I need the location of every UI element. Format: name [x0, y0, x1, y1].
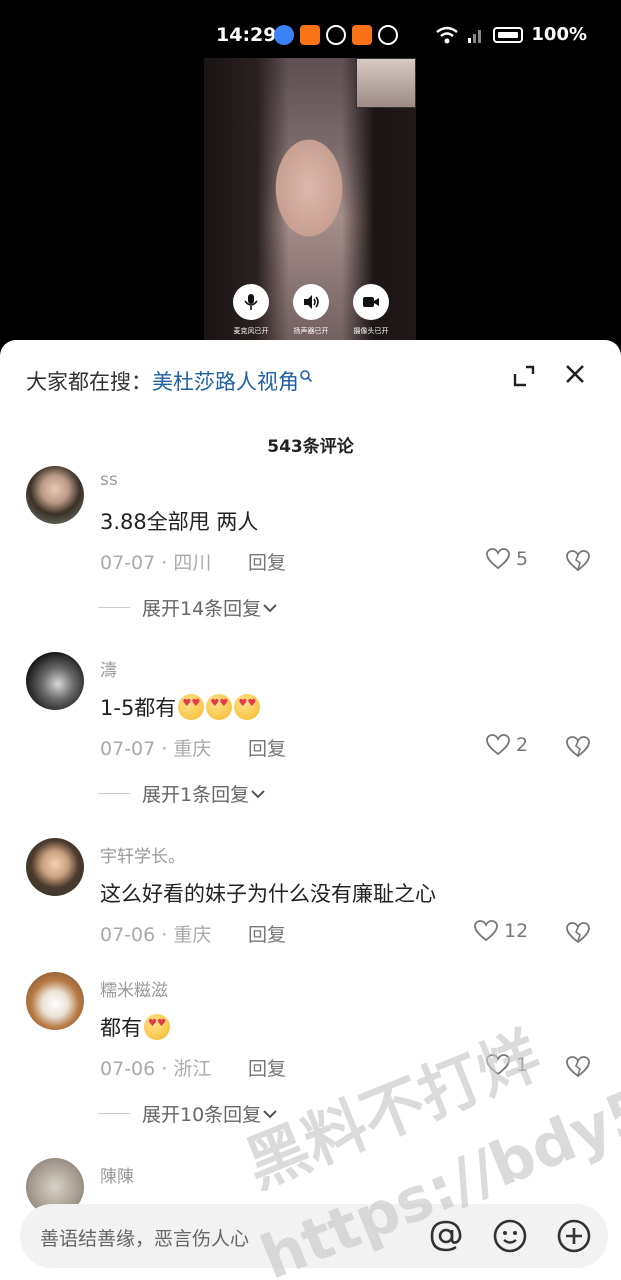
emoji-icon[interactable] — [492, 1218, 528, 1254]
reply-button[interactable]: 回复 — [248, 548, 286, 575]
browser-icon — [274, 25, 294, 45]
comment-username[interactable]: 宇轩学长。 — [100, 842, 185, 867]
signal-icon — [468, 29, 482, 43]
local-video-preview[interactable] — [356, 58, 416, 108]
like-count: 12 — [504, 920, 529, 942]
alert-icon — [378, 25, 398, 45]
like-button[interactable]: 2 — [486, 734, 528, 756]
comment-item: ss 3.88全部甩 两人 07-07 · 四川 回复 5 展开14条回复 — [0, 466, 621, 620]
comment-date-location: 07-07 · 四川 — [100, 552, 212, 574]
notification-icons — [274, 25, 398, 45]
search-icon — [300, 370, 313, 383]
avatar[interactable] — [26, 838, 84, 896]
like-button[interactable]: 5 — [486, 548, 528, 570]
comment-username[interactable]: 濤 — [100, 656, 117, 681]
call-controls: 麦克风已开 扬声器已开 摄像头已开 — [232, 284, 390, 336]
comment-text: 3.88全部甩 两人 — [100, 510, 259, 534]
comment-count: 543条评论 — [267, 437, 354, 457]
comment-date-location: 07-07 · 重庆 — [100, 738, 212, 760]
divider — [98, 1113, 130, 1114]
wifi-icon — [436, 26, 459, 43]
microphone-icon — [244, 294, 258, 310]
status-bar: 14:29 100% — [0, 0, 621, 58]
expand-icon[interactable] — [512, 364, 536, 388]
comment-item: 濤 1-5都有 07-07 · 重庆 回复 2 展开1条回复 — [0, 652, 621, 806]
reply-button[interactable]: 回复 — [248, 920, 286, 947]
speaker-label: 扬声器已开 — [293, 327, 329, 335]
comment-text-body: 都有 — [100, 1016, 142, 1040]
battery-icon — [493, 26, 524, 43]
camera-label: 摄像头已开 — [353, 327, 389, 335]
camera-icon — [363, 297, 379, 307]
camera-button[interactable]: 摄像头已开 — [352, 284, 390, 336]
divider — [98, 607, 130, 608]
expand-replies-button[interactable]: 展开14条回复 — [98, 594, 279, 621]
expand-replies-label: 展开14条回复 — [142, 598, 262, 620]
trending-search-keyword[interactable]: 美杜莎路人视角 — [152, 370, 299, 394]
comment-username[interactable]: ss — [100, 470, 118, 490]
trending-search-prefix: 大家都在搜： — [26, 370, 152, 394]
expand-replies-button[interactable]: 展开1条回复 — [98, 780, 267, 807]
comment-date-location: 07-06 · 浙江 — [100, 1058, 212, 1080]
comment-date-location: 07-06 · 重庆 — [100, 924, 212, 946]
broken-heart-icon[interactable] — [566, 1056, 590, 1078]
avatar[interactable] — [26, 466, 84, 524]
comment-text: 这么好看的妹子为什么没有廉耻之心 — [100, 882, 436, 906]
heart-eyes-emoji-icon — [206, 694, 233, 720]
heart-emoji-icon — [144, 1014, 170, 1040]
hotspot-icon — [326, 25, 346, 45]
avatar[interactable] — [26, 652, 84, 710]
app-notification-icon — [300, 25, 320, 45]
comment-username[interactable]: 陳陳 — [100, 1162, 134, 1187]
add-icon[interactable] — [556, 1218, 592, 1254]
status-time: 14:29 — [216, 24, 277, 46]
close-icon[interactable] — [563, 362, 587, 386]
trending-search[interactable]: 大家都在搜：美杜莎路人视角 — [26, 366, 313, 396]
heart-icon — [486, 734, 510, 756]
speaker-button[interactable]: 扬声器已开 — [292, 284, 330, 336]
battery-level: 100% — [531, 24, 587, 45]
comment-username[interactable]: 糯米糍滋 — [100, 976, 168, 1001]
heart-eyes-emoji-icon — [178, 694, 205, 720]
comment-input[interactable]: 善语结善缘，恶言伤人心 — [40, 1224, 249, 1251]
heart-icon — [486, 548, 510, 570]
divider — [98, 793, 130, 794]
comment-text-body: 1-5都有 — [100, 696, 177, 720]
comment-item: 宇轩学长。 这么好看的妹子为什么没有廉耻之心 07-06 · 重庆 回复 12 — [0, 838, 621, 948]
reply-button[interactable]: 回复 — [248, 1054, 286, 1081]
video-call-view[interactable]: 麦克风已开 扬声器已开 摄像头已开 — [0, 58, 621, 348]
broken-heart-icon[interactable] — [566, 736, 590, 758]
microphone-label: 麦克风已开 — [233, 327, 269, 335]
avatar[interactable] — [26, 972, 84, 1030]
heart-icon — [474, 920, 498, 942]
app-notification-icon-2 — [352, 25, 372, 45]
reply-button[interactable]: 回复 — [248, 734, 286, 761]
comment-text: 1-5都有 — [100, 692, 261, 722]
heart-eyes-emoji-icon — [234, 694, 261, 720]
chevron-down-icon — [251, 789, 265, 798]
status-right: 100% — [435, 24, 587, 45]
broken-heart-icon[interactable] — [566, 922, 590, 944]
broken-heart-icon[interactable] — [566, 550, 590, 572]
like-count: 2 — [516, 734, 529, 756]
speaker-icon — [304, 295, 319, 309]
expand-replies-label: 展开1条回复 — [142, 784, 250, 806]
like-button[interactable]: 12 — [474, 920, 528, 942]
chevron-down-icon — [263, 603, 277, 612]
comment-text: 都有 — [100, 1012, 170, 1042]
microphone-button[interactable]: 麦克风已开 — [232, 284, 270, 336]
like-count: 5 — [516, 548, 529, 570]
